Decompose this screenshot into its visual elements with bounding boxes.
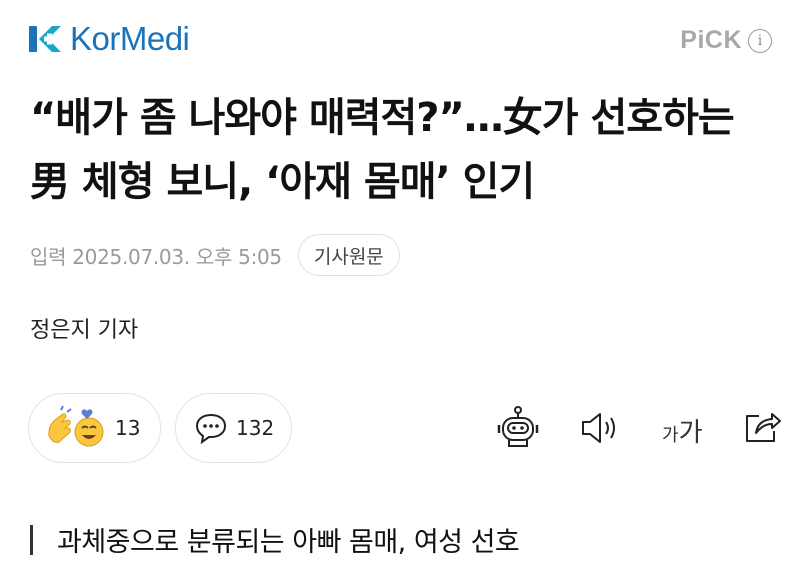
comment-count: 132	[236, 416, 275, 440]
font-size-large-glyph: 가	[678, 417, 703, 447]
logo-text: KorMedi	[70, 20, 190, 57]
summary-bot-button[interactable]	[494, 404, 542, 452]
subheading-text: 과체중으로 분류되는 아빠 몸매, 여성 선호	[57, 527, 520, 558]
article-subheading: 과체중으로 분류되는 아빠 몸매, 여성 선호	[30, 520, 520, 559]
speaker-icon	[582, 413, 615, 443]
subheading-bar	[30, 524, 33, 555]
comment-button[interactable]: 132	[175, 393, 292, 463]
article-meta: 입력 2025.07.03. 오후 5:05 기사원문	[30, 234, 400, 276]
comment-icon	[195, 413, 227, 444]
pick-label: PiCK	[680, 26, 742, 54]
share-icon	[746, 413, 781, 442]
listen-button[interactable]	[578, 408, 622, 448]
kormedi-logo[interactable]: KorMedi	[28, 20, 190, 58]
article-headline: “배가 좀 나와야 매력적?”…女가 선호하는 男 체형 보니, ‘아재 몸매’…	[30, 95, 735, 205]
publish-date: 입력 2025.07.03. 오후 5:05	[30, 244, 282, 269]
kormedi-logo-icon	[29, 26, 61, 52]
pick-badge[interactable]: PiCK i	[680, 26, 772, 55]
font-size-icon[interactable]: 가 가	[662, 412, 702, 449]
original-article-button[interactable]: 기사원문	[297, 234, 400, 276]
robot-summary-icon	[497, 406, 539, 447]
info-icon[interactable]: i	[748, 28, 772, 53]
reaction-count: 13	[115, 416, 141, 440]
reaction-button[interactable]: 13	[28, 393, 161, 463]
font-size-small-glyph: 가	[662, 425, 679, 445]
share-button[interactable]	[742, 406, 784, 446]
reaction-emoji-icon	[48, 406, 104, 447]
reporter-name[interactable]: 정은지 기자	[30, 312, 138, 344]
